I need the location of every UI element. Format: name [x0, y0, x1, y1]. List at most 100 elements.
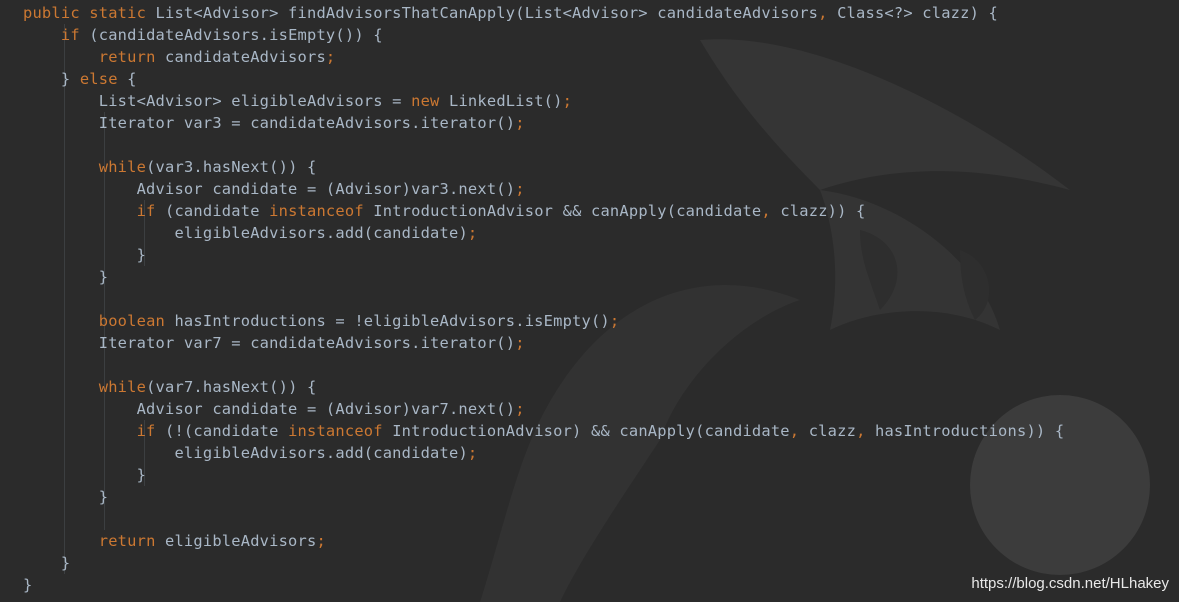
- code-keyword: while: [98, 378, 147, 396]
- code-token: hasIntroductions)) {: [875, 422, 1065, 440]
- code-line[interactable]: public static List<Advisor> findAdvisors…: [23, 2, 1173, 24]
- code-keyword: public static: [23, 4, 156, 22]
- code-token: Class<?> clazz) {: [837, 4, 999, 22]
- code-line[interactable]: [23, 508, 1173, 530]
- code-punctuation: ;: [325, 48, 336, 66]
- code-line[interactable]: [23, 354, 1173, 376]
- code-token: Advisor candidate = (Advisor)var7.next(): [136, 400, 516, 418]
- code-line[interactable]: if (candidate instanceof IntroductionAdv…: [23, 200, 1173, 222]
- code-token: }: [136, 466, 147, 484]
- code-keyword: return: [98, 48, 165, 66]
- code-line[interactable]: [23, 288, 1173, 310]
- code-punctuation: ;: [467, 444, 478, 462]
- code-keyword: instanceof: [269, 202, 374, 220]
- code-line[interactable]: return eligibleAdvisors;: [23, 530, 1173, 552]
- code-keyword: while: [98, 158, 147, 176]
- code-token: hasIntroductions = !eligibleAdvisors.isE…: [174, 312, 610, 330]
- code-editor[interactable]: public static List<Advisor> findAdvisors…: [0, 0, 1179, 602]
- code-line[interactable]: Advisor candidate = (Advisor)var3.next()…: [23, 178, 1173, 200]
- code-token: (candidate: [165, 202, 270, 220]
- code-token: LinkedList(): [449, 92, 563, 110]
- code-line[interactable]: while(var7.hasNext()) {: [23, 376, 1173, 398]
- code-line[interactable]: List<Advisor> eligibleAdvisors = new Lin…: [23, 90, 1173, 112]
- code-token: Iterator var3 = candidateAdvisors.iterat…: [98, 114, 516, 132]
- code-punctuation: ;: [515, 180, 525, 198]
- code-token: eligibleAdvisors.add(candidate): [174, 444, 468, 462]
- code-token: }: [60, 70, 80, 88]
- code-token: (!(candidate: [165, 422, 289, 440]
- code-punctuation: ;: [562, 92, 573, 110]
- code-line[interactable]: Advisor candidate = (Advisor)var7.next()…: [23, 398, 1173, 420]
- code-line[interactable]: eligibleAdvisors.add(candidate);: [23, 442, 1173, 464]
- code-line[interactable]: return candidateAdvisors;: [23, 46, 1173, 68]
- code-punctuation: ,: [856, 422, 875, 440]
- code-token: (var3.hasNext()) {: [146, 158, 317, 176]
- code-token: IntroductionAdvisor && canApply(candidat…: [373, 202, 762, 220]
- code-token: List<Advisor> eligibleAdvisors =: [98, 92, 412, 110]
- code-punctuation: ;: [609, 312, 620, 330]
- code-line[interactable]: boolean hasIntroductions = !eligibleAdvi…: [23, 310, 1173, 332]
- code-token: Iterator var7 = candidateAdvisors.iterat…: [98, 334, 516, 352]
- code-punctuation: ;: [515, 400, 525, 418]
- code-token: Advisor candidate = (Advisor)var3.next(): [136, 180, 516, 198]
- code-punctuation: ,: [789, 422, 809, 440]
- code-token: }: [60, 554, 71, 572]
- code-token: IntroductionAdvisor) && canApply(candida…: [392, 422, 790, 440]
- code-keyword: boolean: [98, 312, 175, 330]
- code-punctuation: ;: [515, 334, 525, 352]
- code-token: clazz: [808, 422, 857, 440]
- code-punctuation: ,: [818, 4, 838, 22]
- code-lines[interactable]: public static List<Advisor> findAdvisors…: [23, 2, 1173, 596]
- code-token: {: [127, 70, 137, 88]
- code-keyword: return: [98, 532, 165, 550]
- code-line[interactable]: if (!(candidate instanceof IntroductionA…: [23, 420, 1173, 442]
- code-keyword: if: [136, 202, 165, 220]
- code-token: }: [136, 246, 147, 264]
- code-line[interactable]: eligibleAdvisors.add(candidate);: [23, 222, 1173, 244]
- code-line[interactable]: }: [23, 464, 1173, 486]
- code-line[interactable]: Iterator var7 = candidateAdvisors.iterat…: [23, 332, 1173, 354]
- code-line[interactable]: }: [23, 244, 1173, 266]
- code-token: candidateAdvisors: [165, 48, 326, 66]
- code-line[interactable]: [23, 134, 1173, 156]
- code-punctuation: ,: [761, 202, 781, 220]
- code-keyword: if: [136, 422, 165, 440]
- code-token: }: [98, 488, 109, 506]
- code-token: }: [23, 576, 33, 594]
- code-line[interactable]: Iterator var3 = candidateAdvisors.iterat…: [23, 112, 1173, 134]
- code-token: }: [98, 268, 109, 286]
- watermark-text: https://blog.csdn.net/HLhakey: [971, 575, 1169, 592]
- code-keyword: else: [79, 70, 128, 88]
- code-line[interactable]: } else {: [23, 68, 1173, 90]
- code-line[interactable]: }: [23, 266, 1173, 288]
- code-punctuation: ;: [316, 532, 326, 550]
- code-line[interactable]: while(var3.hasNext()) {: [23, 156, 1173, 178]
- code-line[interactable]: }: [23, 486, 1173, 508]
- code-keyword: if: [60, 26, 90, 44]
- code-token: eligibleAdvisors: [165, 532, 317, 550]
- code-line[interactable]: }: [23, 552, 1173, 574]
- code-line[interactable]: if (candidateAdvisors.isEmpty()) {: [23, 24, 1173, 46]
- code-punctuation: ;: [515, 114, 525, 132]
- code-keyword: new: [411, 92, 449, 110]
- code-token: (var7.hasNext()) {: [146, 378, 317, 396]
